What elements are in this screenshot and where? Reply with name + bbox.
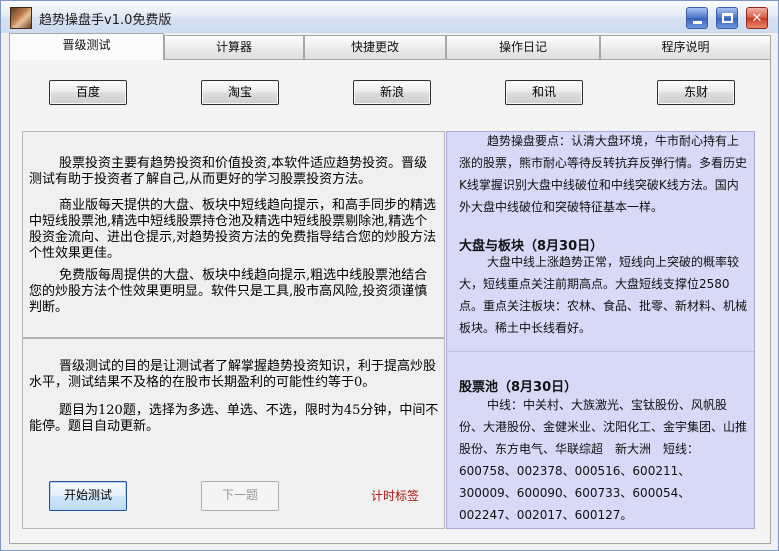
- start-test-button[interactable]: 开始测试: [49, 481, 127, 511]
- tab-quick-edit[interactable]: 快捷更改: [304, 35, 446, 59]
- intro-paragraph-1: 股票投资主要有趋势投资和价值投资,本软件适应趋势投资。晋级测试有助于投资者了解自…: [29, 156, 428, 187]
- tab-bar: 晋级测试 计算器 快捷更改 操作日记 程序说明: [9, 33, 771, 60]
- taobao-button[interactable]: 淘宝: [201, 80, 279, 105]
- intro-paragraph-3: 免费版每周提供的大盘、板块中线趋向提示,粗选中线股票池结合您的炒股方法个性效果更…: [29, 268, 428, 315]
- market-text: 大盘中线上涨趋势正常，短线向上突破的概率较大，短线重点关注前期高点。大盘短线支撑…: [459, 255, 748, 335]
- title-bar[interactable]: 趋势操盘手v1.0免费版 ✕: [1, 1, 778, 33]
- tab-about[interactable]: 程序说明: [600, 35, 771, 59]
- tab-calculator[interactable]: 计算器: [164, 35, 304, 59]
- sina-button[interactable]: 新浪: [353, 80, 431, 105]
- info-separator: [447, 351, 754, 352]
- eastmoney-button[interactable]: 东财: [657, 80, 735, 105]
- stock-pool-text: 中线：中关村、大族激光、宝钛股份、风帆股份、大港股份、金健米业、沈阳化工、金宇集…: [459, 398, 748, 522]
- test-rules: 题目为120题，选择为多选、单选、不选，限时为45分钟，中间不能停。题目自动更新…: [29, 403, 439, 434]
- minimize-button[interactable]: [686, 7, 708, 29]
- baidu-button[interactable]: 百度: [49, 80, 127, 105]
- tab-test[interactable]: 晋级测试: [9, 33, 164, 60]
- app-icon: [10, 7, 32, 29]
- hexun-button[interactable]: 和讯: [505, 80, 583, 105]
- intro-panel: 股票投资主要有趋势投资和价值投资,本软件适应趋势投资。晋级测试有助于投资者了解自…: [22, 131, 445, 338]
- close-button[interactable]: ✕: [746, 7, 768, 29]
- stock-pool-title: 股票池（8月30日）: [459, 380, 578, 395]
- next-question-button[interactable]: 下一题: [201, 481, 279, 511]
- key-points-text: 趋势操盘要点：认清大盘环境，牛市耐心持有上涨的股票，熊市耐心等待反转抗弃反弹行情…: [459, 134, 748, 214]
- tab-diary[interactable]: 操作日记: [446, 35, 600, 59]
- close-icon: ✕: [751, 10, 763, 26]
- app-window: 趋势操盘手v1.0免费版 ✕ 晋级测试 计算器 快捷更改 操作日记 程序说明 百…: [0, 0, 779, 551]
- maximize-icon: [721, 13, 733, 23]
- test-description: 晋级测试的目的是让测试者了解掌握趋势投资知识，利于提高炒股水平，测试结果不及格的…: [29, 359, 437, 390]
- window-title: 趋势操盘手v1.0免费版: [39, 13, 172, 28]
- timer-label: 计时标签: [370, 489, 419, 503]
- intro-paragraph-2: 商业版每天提供的大盘、板块中短线趋向提示，和高手同步的精选中短线股票池,精选中短…: [29, 198, 437, 261]
- maximize-button[interactable]: [716, 7, 738, 29]
- minimize-icon: [692, 20, 702, 24]
- info-panel: 趋势操盘要点：认清大盘环境，牛市耐心持有上涨的股票，熊市耐心等待反转抗弃反弹行情…: [446, 131, 755, 529]
